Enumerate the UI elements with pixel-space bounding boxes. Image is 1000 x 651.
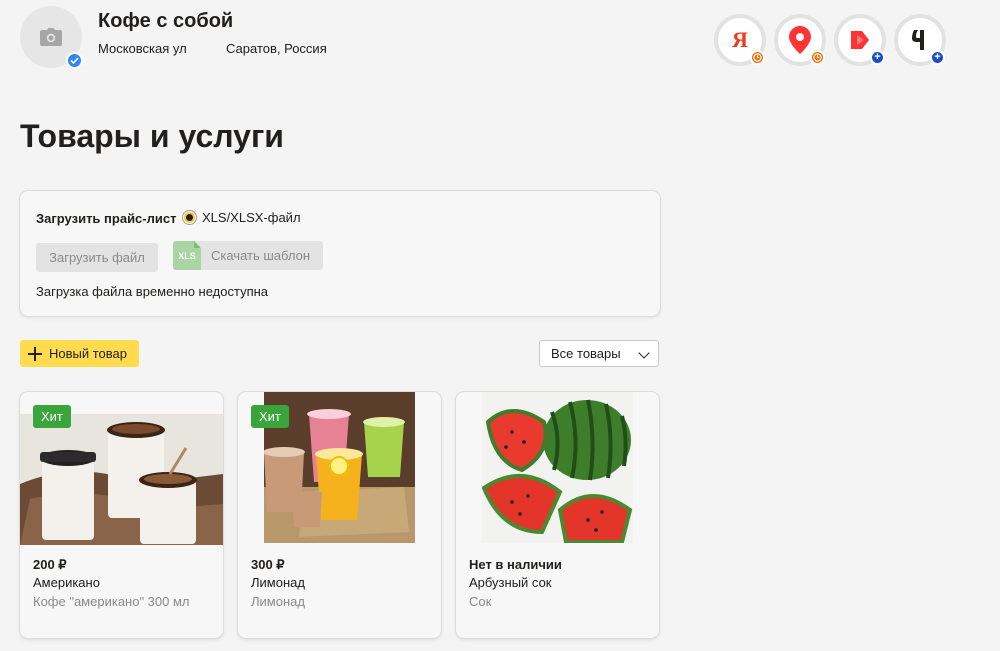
org-street: Московская ул [98, 41, 187, 56]
chevron-down-icon [638, 347, 650, 359]
product-name: Лимонад [251, 575, 305, 590]
hit-badge: Хит [251, 405, 289, 428]
plus-icon [28, 346, 42, 361]
radio-selected-dot [186, 214, 193, 221]
camera-icon [40, 28, 62, 46]
xls-file-icon: XLS [173, 241, 201, 270]
upload-unavailable-note: Загрузка файла временно недоступна [36, 284, 269, 299]
product-description: Кофе "американо" 300 мл [33, 594, 190, 609]
upload-file-button[interactable]: Загрузить файл [36, 243, 158, 272]
market-logo-icon [851, 31, 869, 49]
product-description: Сок [469, 594, 492, 609]
org-avatar[interactable] [20, 6, 83, 69]
upload-label: Загрузить прайс-лист [36, 211, 177, 226]
product-card[interactable]: Нет в наличии Арбузный сок Сок [456, 392, 659, 638]
product-card[interactable]: Хит 200 ₽ Американо Кофе "американо" 300… [20, 392, 223, 638]
new-item-button[interactable]: Новый товар [20, 340, 139, 367]
service-logo-icon [912, 30, 924, 50]
product-card[interactable]: Хит 300 ₽ Лимонад Лимонад [238, 392, 441, 638]
product-name: Арбузный сок [469, 575, 552, 590]
download-template-button[interactable]: XLS Скачать шаблон [173, 241, 323, 270]
plus-badge-icon: + [870, 50, 885, 65]
yandex-service-button[interactable]: Я [714, 14, 766, 66]
other-service-button[interactable]: + [894, 14, 946, 66]
page-title: Товары и услуги [20, 118, 284, 154]
org-city: Саратов, Россия [226, 41, 327, 56]
hit-badge: Хит [33, 405, 71, 428]
plus-badge-icon: + [930, 50, 945, 65]
clock-badge-icon [750, 50, 765, 65]
product-price: 200 ₽ [33, 557, 67, 572]
map-pin-icon [789, 26, 811, 54]
maps-service-button[interactable] [774, 14, 826, 66]
product-name: Американо [33, 575, 100, 590]
verified-icon [66, 52, 83, 69]
product-price: 300 ₽ [251, 557, 285, 572]
format-radio[interactable] [182, 210, 197, 225]
product-description: Лимонад [251, 594, 305, 609]
clock-badge-icon [810, 50, 825, 65]
yandex-logo-icon: Я [732, 27, 748, 52]
filter-value: Все товары [551, 346, 621, 361]
market-service-button[interactable]: + [834, 14, 886, 66]
format-radio-label[interactable]: XLS/XLSX-файл [202, 210, 301, 225]
download-template-label: Скачать шаблон [211, 248, 311, 263]
service-icons: Я + + [714, 14, 946, 66]
new-item-label: Новый товар [49, 346, 127, 361]
items-filter-select[interactable]: Все товары [539, 340, 659, 367]
price-list-upload-panel: Загрузить прайс-лист XLS/XLSX-файл Загру… [20, 191, 660, 316]
product-availability: Нет в наличии [469, 557, 562, 572]
org-header: Кофе с собой Московская ул Саратов, Росс… [20, 6, 980, 76]
watermelon-image [482, 392, 633, 543]
org-name: Кофе с собой [98, 10, 234, 32]
